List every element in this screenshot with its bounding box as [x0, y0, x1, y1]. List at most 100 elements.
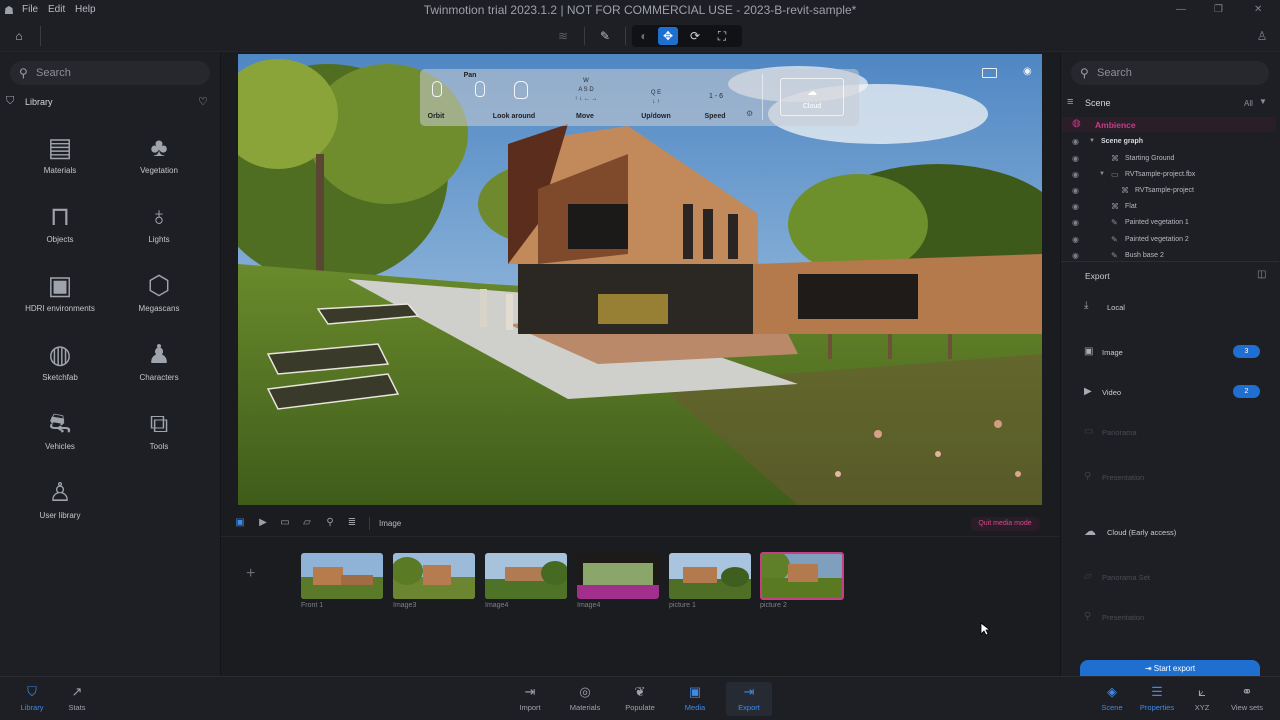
library-search-input[interactable]: ⚲ Search	[10, 61, 210, 85]
panel-toggle-icon[interactable]: ◫	[1257, 269, 1266, 280]
library-item-vehicles[interactable]: ⛐ Vehicles	[10, 406, 110, 451]
visibility-eye-icon[interactable]: ◉	[1072, 202, 1079, 211]
dock-xyz[interactable]: ⟀ XYZ	[1177, 684, 1227, 712]
hamburger-icon[interactable]: ≡	[1067, 96, 1073, 108]
add-media-plus-icon[interactable]: +	[246, 565, 255, 583]
collapse-arrow-icon[interactable]: ▼	[1099, 171, 1105, 177]
maximize-icon[interactable]: ❐	[1214, 4, 1223, 15]
library-item-tools[interactable]: ⧉ Tools	[109, 406, 209, 451]
scene-graph-item[interactable]: Bush base 2	[1125, 252, 1164, 259]
cloud-icon: ☁	[807, 87, 817, 98]
visibility-eye-icon[interactable]: ◉	[1072, 235, 1079, 244]
collapse-arrow-icon[interactable]: ▼	[1089, 138, 1095, 144]
library-item-megascans[interactable]: ⬡ Megascans	[109, 268, 209, 313]
video-count-badge[interactable]: 2	[1233, 385, 1260, 398]
scene-graph-item[interactable]: Painted vegetation 1	[1125, 219, 1189, 226]
scene-graph-item[interactable]: Flat	[1125, 203, 1137, 210]
export-panorama-set-label[interactable]: Panorama Set	[1102, 573, 1150, 582]
media-thumbnail[interactable]	[301, 553, 383, 599]
settings-gear-icon[interactable]: ⚙	[746, 109, 753, 118]
home-icon[interactable]: ⌂	[9, 27, 29, 45]
scene-graph-item[interactable]: RVTsample-project.fbx	[1125, 171, 1195, 178]
visibility-eye-icon[interactable]: ◉	[1072, 218, 1079, 227]
thumbnail-label: Image4	[577, 602, 601, 609]
media-thumbnail-selected[interactable]	[760, 552, 844, 600]
thumbnail-label: Image3	[393, 602, 417, 609]
library-item-materials[interactable]: ▤ Materials	[10, 130, 110, 175]
panorama-set-icon[interactable]: ▱	[300, 517, 314, 531]
fly-mode-icon[interactable]: ✥	[658, 27, 678, 45]
visibility-eye-icon[interactable]: ◉	[1072, 186, 1079, 195]
dock-materials[interactable]: ◎ Materials	[560, 684, 610, 712]
export-image-label[interactable]: Image	[1102, 348, 1123, 357]
library-item-lights[interactable]: ♁ Lights	[109, 199, 209, 244]
scene-graph-item[interactable]: RVTsample-project	[1135, 187, 1194, 194]
safe-frame-icon[interactable]	[982, 68, 997, 78]
thumbnail-image	[577, 553, 659, 599]
dock-media[interactable]: ▣ Media	[670, 684, 720, 712]
visibility-eye-icon[interactable]: ◉	[1072, 154, 1079, 163]
video-media-icon[interactable]: ▶	[256, 517, 270, 531]
eye-icon[interactable]: ◉	[1023, 66, 1032, 77]
picker-icon[interactable]: ✎	[595, 27, 615, 45]
dock-library[interactable]: ⛉ Library	[7, 684, 57, 712]
visibility-eye-icon[interactable]: ◉	[1072, 170, 1079, 179]
dock-label: Import	[519, 703, 541, 712]
minimize-icon[interactable]: —	[1176, 4, 1186, 15]
video-export-icon: ▶	[1084, 386, 1092, 397]
layers-icon[interactable]: ≋	[553, 27, 573, 45]
library-item-hdri[interactable]: ▣ HDRI environments	[10, 268, 110, 313]
image-count-badge[interactable]: 3	[1233, 345, 1260, 358]
close-icon[interactable]: ✕	[1254, 4, 1262, 15]
dock-stats[interactable]: ↗ Stats	[52, 684, 102, 712]
visibility-eye-icon[interactable]: ◉	[1072, 137, 1079, 146]
library-item-characters[interactable]: ♟ Characters	[109, 337, 209, 382]
start-export-button[interactable]: ⇥ Start export	[1080, 660, 1260, 676]
library-item-objects[interactable]: ⊓ Objects	[10, 199, 110, 244]
export-panorama-label[interactable]: Panorama	[1102, 428, 1137, 437]
dock-label: Export	[738, 703, 760, 712]
quit-media-mode-button[interactable]: Quit media mode	[970, 517, 1040, 531]
media-thumbnail[interactable]	[669, 553, 751, 599]
library-item-user-library[interactable]: ♙ User library	[10, 475, 110, 520]
library-item-label: Lights	[148, 235, 170, 244]
dock-properties[interactable]: ☰ Properties	[1132, 684, 1182, 712]
dock-label: Populate	[625, 703, 655, 712]
fit-view-icon[interactable]: ⛶	[712, 27, 732, 45]
user-icon[interactable]: ♙	[1252, 27, 1272, 45]
media-type-label: Image	[379, 519, 402, 528]
scene-graph-label[interactable]: Scene graph	[1101, 138, 1143, 145]
visibility-eye-icon[interactable]: ◉	[1072, 251, 1079, 260]
favorites-heart-icon[interactable]: ♡	[198, 95, 208, 108]
media-thumbnail[interactable]	[485, 553, 567, 599]
export-video-label[interactable]: Video	[1102, 388, 1121, 397]
dock-scene[interactable]: ◈ Scene	[1087, 684, 1137, 712]
dock-view-sets[interactable]: ⚭ View sets	[1222, 684, 1272, 712]
library-item-sketchfab[interactable]: ◍ Sketchfab	[10, 337, 110, 382]
scene-graph-item[interactable]: Painted vegetation 2	[1125, 236, 1189, 243]
cloud-button[interactable]: ☁ Cloud	[780, 78, 844, 116]
presentation-icon[interactable]: ≣	[345, 517, 359, 531]
image-media-icon[interactable]: ▣	[233, 517, 247, 531]
dock-populate[interactable]: ❦ Populate	[615, 684, 665, 712]
export-presentation-cloud-label[interactable]: Presentation	[1102, 613, 1144, 622]
library-item-vegetation[interactable]: ♣ Vegetation	[109, 130, 209, 175]
export-presentation-label[interactable]: Presentation	[1102, 473, 1144, 482]
media-thumbnail[interactable]	[577, 553, 659, 599]
scene-graph-item[interactable]: Starting Ground	[1125, 155, 1174, 162]
chevron-down-icon[interactable]: ▼	[1259, 97, 1267, 106]
dock-import[interactable]: ⇥ Import	[505, 684, 555, 712]
media-thumbnail[interactable]	[393, 553, 475, 599]
updown-label: Up/down	[641, 113, 671, 120]
export-local-label[interactable]: Local	[1107, 303, 1125, 312]
dock-export[interactable]: ⇥ Export	[724, 684, 774, 712]
scene-filter-dropdown[interactable]: All	[1244, 99, 1253, 108]
image-export-icon: ▣	[1084, 346, 1094, 357]
thumbnail-label: Image4	[485, 602, 509, 609]
export-cloud-label[interactable]: Cloud (Early access)	[1107, 528, 1176, 537]
panorama-media-icon[interactable]: ▭	[278, 517, 292, 531]
walk-mode-icon[interactable]: ◐	[634, 27, 654, 45]
orbit-mode-icon[interactable]: ⟳	[685, 27, 705, 45]
scene-search-input[interactable]: ⚲ Search	[1071, 61, 1269, 85]
phasing-icon[interactable]: ⚲	[323, 517, 337, 531]
